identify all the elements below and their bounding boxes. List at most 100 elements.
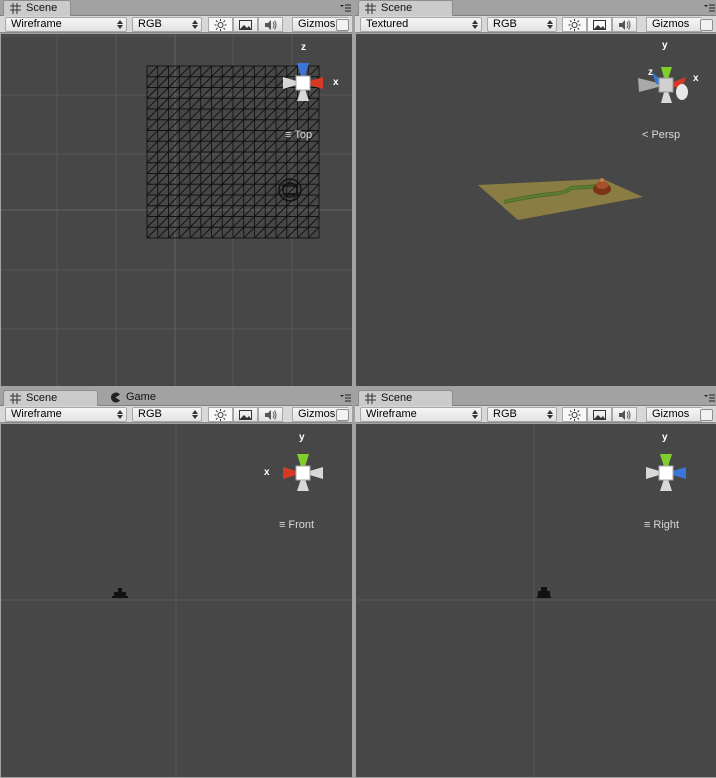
axis-gizmo[interactable] [638, 67, 688, 103]
panel-menu-icon[interactable] [339, 392, 351, 404]
gizmos-toggle[interactable] [336, 19, 349, 31]
image-effects-toggle[interactable] [233, 407, 258, 422]
tab-scene[interactable]: Scene [358, 390, 453, 406]
scene-view-canvas [1, 34, 352, 386]
tab-bar: Scene Game [0, 390, 352, 406]
color-mode-dropdown[interactable]: RGB [132, 17, 202, 32]
panel-menu-icon[interactable] [703, 2, 715, 14]
lighting-toggle[interactable] [562, 407, 587, 422]
menu-lines-icon: ≡ [285, 129, 292, 141]
gizmos-toggle[interactable] [700, 19, 713, 31]
render-mode-dropdown[interactable]: Textured [360, 17, 482, 32]
gizmos-dropdown[interactable]: Gizmos [646, 17, 702, 32]
lighting-toggle[interactable] [208, 17, 233, 32]
updown-arrow-icon [117, 410, 123, 419]
grid-icon [365, 3, 376, 14]
speaker-audio-icon [619, 20, 631, 30]
render-mode-value: Wireframe [11, 18, 62, 30]
grid-icon [10, 3, 21, 14]
scene-toolbar: Textured RGB Gizmos [355, 16, 716, 33]
axis-label-y: y [662, 432, 668, 443]
scene-view-canvas [1, 424, 352, 777]
tab-game-label: Game [126, 391, 156, 403]
gizmos-dropdown[interactable]: Gizmos [646, 407, 702, 422]
sun-lighting-icon [214, 409, 227, 421]
axis-label-x: x [264, 467, 270, 478]
tab-scene[interactable]: Scene [3, 390, 98, 406]
gizmos-label: Gizmos [298, 408, 336, 420]
tab-bar: Scene [355, 0, 716, 16]
tab-scene-label: Scene [26, 392, 58, 404]
image-icon [239, 20, 252, 30]
scene-view-canvas [478, 67, 688, 220]
scene-viewport-right[interactable]: y ≡ Right [356, 424, 716, 777]
panel-menu-icon[interactable] [703, 392, 715, 404]
updown-arrow-icon [547, 20, 553, 29]
tab-scene-label: Scene [381, 2, 413, 14]
scene-toolbar: Wireframe RGB Gizmos [355, 406, 716, 423]
view-orientation-label[interactable]: ≡ Front [279, 519, 314, 531]
scene-panel-front: Scene Game Wireframe RGB Gizmos y x ≡ Fr… [0, 390, 352, 778]
updown-arrow-icon [117, 20, 123, 29]
axis-gizmo[interactable] [646, 454, 686, 491]
view-orientation-label[interactable]: ≡ Top [285, 129, 312, 141]
speaker-audio-icon [265, 410, 277, 420]
audio-toggle[interactable] [612, 407, 637, 422]
character-wire-icon [537, 587, 551, 598]
image-effects-toggle[interactable] [587, 17, 612, 32]
audio-toggle[interactable] [612, 17, 637, 32]
image-icon [593, 20, 606, 30]
scene-viewport-top[interactable]: z x ≡ Top [1, 34, 352, 386]
axis-gizmo[interactable] [283, 454, 323, 491]
image-effects-toggle[interactable] [587, 407, 612, 422]
view-orientation-label[interactable]: < Persp [642, 129, 680, 141]
speaker-audio-icon [265, 20, 277, 30]
gizmos-toggle[interactable] [336, 409, 349, 421]
audio-toggle[interactable] [258, 17, 283, 32]
tab-game[interactable]: Game [104, 390, 174, 406]
tab-scene[interactable]: Scene [358, 0, 453, 16]
color-mode-dropdown[interactable]: RGB [132, 407, 202, 422]
view-orientation-label[interactable]: ≡ Right [644, 519, 679, 531]
render-mode-dropdown[interactable]: Wireframe [360, 407, 482, 422]
render-mode-dropdown[interactable]: Wireframe [5, 17, 127, 32]
updown-arrow-icon [547, 410, 553, 419]
audio-toggle[interactable] [258, 407, 283, 422]
view-orientation-value: Front [288, 519, 315, 531]
gizmos-label: Gizmos [652, 18, 690, 30]
grid-icon [10, 393, 21, 404]
gizmos-label: Gizmos [298, 18, 336, 30]
scene-panel-top: Scene Wireframe RGB Gizmos z x ≡ Top [0, 0, 352, 387]
menu-lines-icon: ≡ [644, 519, 651, 531]
sun-lighting-icon [214, 19, 227, 31]
render-mode-value: Wireframe [366, 408, 417, 420]
updown-arrow-icon [192, 410, 198, 419]
terrain-wireframe [146, 65, 320, 239]
gizmos-label: Gizmos [652, 408, 690, 420]
gizmos-toggle[interactable] [700, 409, 713, 421]
character-wire-icon [112, 588, 128, 598]
axis-label-y: y [662, 40, 668, 51]
color-mode-dropdown[interactable]: RGB [487, 17, 557, 32]
lighting-toggle[interactable] [208, 407, 233, 422]
color-mode-dropdown[interactable]: RGB [487, 407, 557, 422]
render-mode-value: Textured [366, 18, 409, 30]
tab-scene[interactable]: Scene [3, 0, 71, 16]
scene-panel-right: Scene Wireframe RGB Gizmos y ≡ Right [355, 390, 716, 778]
axis-label-z: z [648, 67, 653, 78]
axis-label-z: z [301, 42, 306, 53]
color-mode-value: RGB [138, 408, 162, 420]
lighting-toggle[interactable] [562, 17, 587, 32]
scene-viewport-persp[interactable]: y z x < Persp [356, 34, 716, 386]
tab-scene-label: Scene [381, 392, 413, 404]
render-mode-dropdown[interactable]: Wireframe [5, 407, 127, 422]
panel-menu-icon[interactable] [339, 2, 351, 14]
scene-panel-persp: Scene Textured RGB Gizmos y z x < Persp [355, 0, 716, 387]
scene-toolbar: Wireframe RGB Gizmos [0, 16, 352, 33]
image-effects-toggle[interactable] [233, 17, 258, 32]
updown-arrow-icon [472, 410, 478, 419]
scene-viewport-front[interactable]: y x ≡ Front [1, 424, 352, 777]
color-mode-value: RGB [493, 18, 517, 30]
updown-arrow-icon [192, 20, 198, 29]
terrain-plane [478, 179, 643, 220]
